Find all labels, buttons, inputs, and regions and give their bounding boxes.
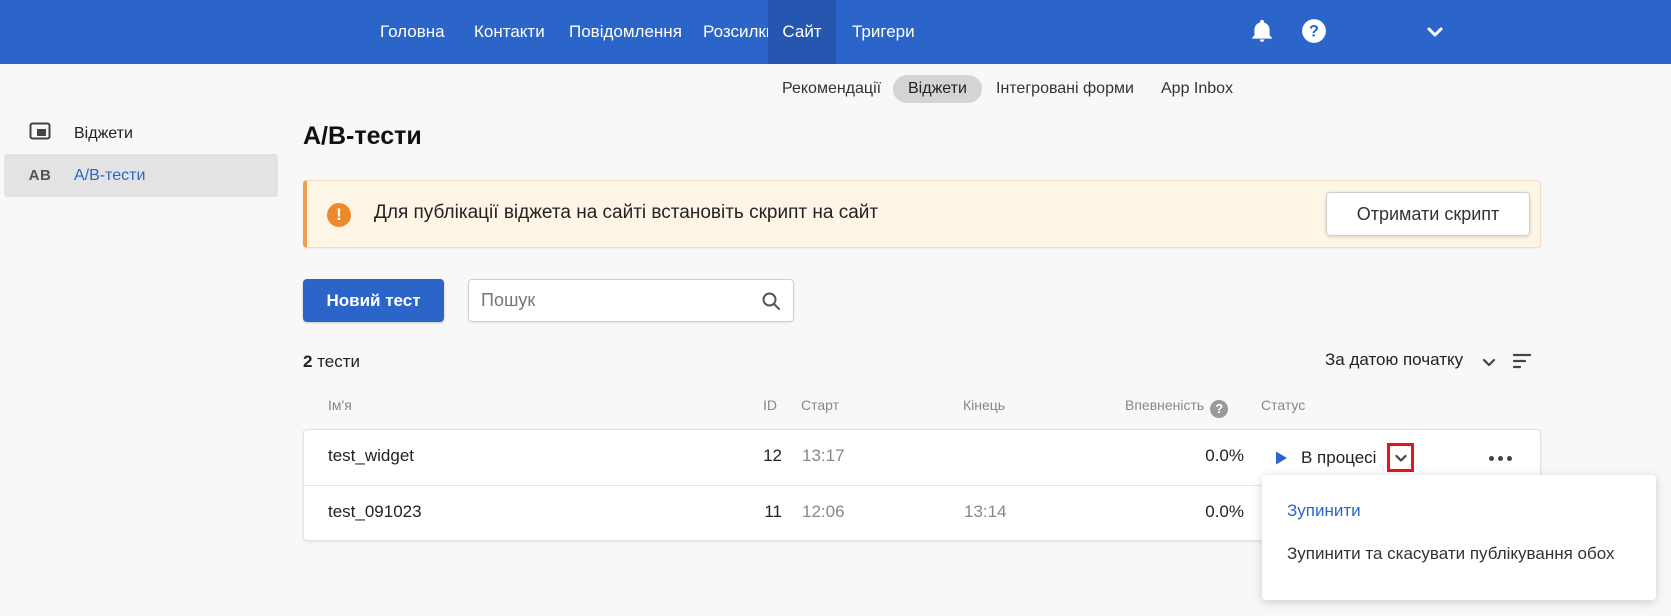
subnav-app-inbox[interactable]: App Inbox [1146, 75, 1248, 103]
tests-count: 2 тести [303, 352, 360, 372]
bell-icon[interactable] [1249, 18, 1275, 44]
help-circle-icon[interactable]: ? [1301, 18, 1327, 44]
status-text: В процесі [1301, 448, 1377, 467]
chevron-down-icon[interactable] [1425, 22, 1445, 42]
nav-item-home[interactable]: Головна [364, 0, 461, 64]
sort-dropdown[interactable]: За датою початку [1325, 350, 1463, 370]
menu-item-stop-and-unpublish[interactable]: Зупинити та скасувати публікування обох [1287, 544, 1614, 564]
more-actions-icon[interactable] [1486, 446, 1514, 470]
search-icon[interactable] [761, 291, 781, 311]
header-start: Старт [801, 397, 840, 413]
play-icon [1273, 450, 1289, 466]
sidebar-item-ab-tests[interactable]: AB А/В-тести [4, 154, 278, 197]
sidebar-item-widgets[interactable]: Віджети [4, 112, 278, 155]
test-confidence: 0.0% [1205, 502, 1244, 521]
header-name: Ім'я [328, 397, 352, 413]
help-icon[interactable]: ? [1210, 400, 1229, 418]
ab-badge: AB [28, 167, 52, 184]
test-end: 13:14 [964, 502, 1007, 521]
header-end: Кінець [963, 397, 1006, 413]
status-indicator: В процесі [1273, 444, 1376, 472]
new-test-button[interactable]: Новий тест [303, 279, 444, 322]
nav-item-triggers[interactable]: Тригери [836, 0, 931, 64]
nav-item-messages[interactable]: Повідомлення [553, 0, 698, 64]
header-confidence-label: Впевненість [1125, 397, 1205, 413]
sidebar-item-label: А/В-тести [74, 166, 146, 184]
status-dropdown-button[interactable] [1387, 443, 1414, 472]
subnav-widgets[interactable]: Віджети [893, 75, 982, 103]
header-status: Статус [1261, 397, 1306, 413]
test-confidence: 0.0% [1205, 446, 1244, 465]
header-id: ID [763, 397, 777, 413]
sort-order-icon[interactable] [1512, 352, 1532, 370]
page-title: А/В-тести [303, 122, 422, 150]
sort-chevron-icon[interactable] [1481, 354, 1497, 370]
test-id: 11 [764, 502, 782, 521]
script-warning-banner: ! Для публікації віджета на сайті встано… [303, 180, 1541, 248]
banner-text: Для публікації віджета на сайті встанові… [374, 202, 879, 223]
widget-icon [18, 122, 62, 145]
search-box [468, 279, 794, 322]
sidebar-item-label: Віджети [74, 124, 133, 142]
search-input[interactable] [481, 280, 751, 321]
top-nav-bar: Головна Контакти Повідомлення Розсилки С… [0, 0, 1671, 64]
header-confidence: Впевненість? [1125, 397, 1229, 418]
svg-text:?: ? [1309, 22, 1319, 40]
test-start: 13:17 [802, 446, 845, 465]
test-start: 12:06 [802, 502, 845, 521]
status-dropdown-menu: Зупинити Зупинити та скасувати публікува… [1262, 475, 1656, 600]
tests-count-label: тести [317, 352, 361, 371]
menu-item-stop[interactable]: Зупинити [1287, 501, 1361, 521]
get-script-button[interactable]: Отримати скрипт [1326, 192, 1530, 236]
subnav-recommendations[interactable]: Рекомендації [767, 75, 896, 103]
nav-item-contacts[interactable]: Контакти [458, 0, 561, 64]
test-name[interactable]: test_091023 [328, 502, 422, 522]
subnav-integrated-forms[interactable]: Інтегровані форми [981, 75, 1149, 103]
nav-item-site[interactable]: Сайт [768, 0, 836, 64]
test-name[interactable]: test_widget [328, 446, 414, 466]
tests-count-number: 2 [303, 352, 313, 371]
warning-icon: ! [327, 203, 351, 227]
test-id: 12 [763, 446, 782, 465]
